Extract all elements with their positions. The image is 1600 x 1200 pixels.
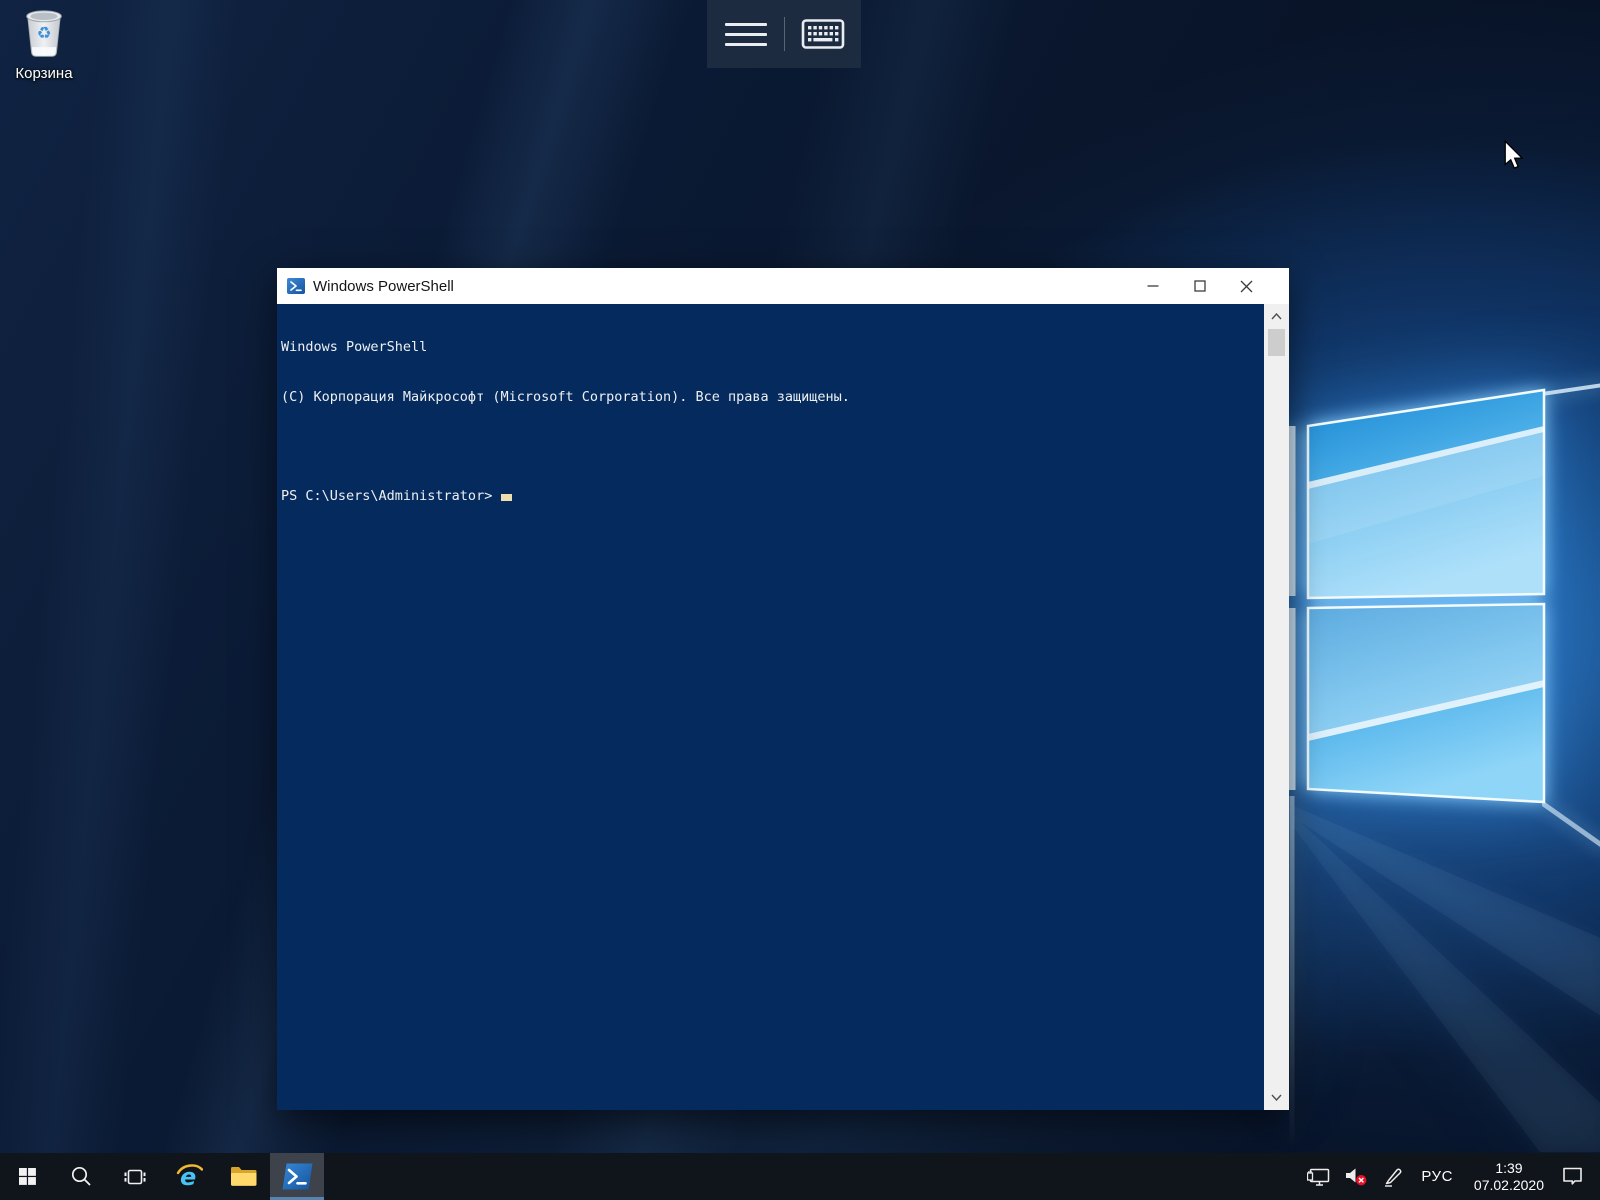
window-title: Windows PowerShell	[313, 278, 454, 295]
powershell-icon	[282, 1163, 313, 1190]
chevron-down-icon	[1271, 1094, 1282, 1101]
maximize-icon	[1194, 280, 1206, 292]
windows-start-icon	[19, 1168, 36, 1185]
language-indicator[interactable]: РУС	[1415, 1168, 1459, 1185]
logo-top-pane	[1308, 390, 1544, 598]
file-explorer-icon	[230, 1166, 257, 1187]
recycle-symbol: ♻	[37, 24, 52, 42]
taskbar: e	[0, 1153, 1600, 1200]
logo-corner-streak	[1542, 800, 1600, 854]
titlebar[interactable]: Windows PowerShell	[277, 268, 1289, 304]
logo-bottom-pane	[1308, 604, 1544, 802]
logo-left-sliver-top	[1289, 426, 1296, 596]
file-explorer-button[interactable]	[216, 1153, 270, 1200]
action-center-button[interactable]	[1559, 1163, 1586, 1190]
keyboard-icon	[801, 18, 845, 50]
console-line: (C) Корпорация Майкрософт (Microsoft Cor…	[281, 389, 1264, 406]
scroll-down-button[interactable]	[1264, 1085, 1289, 1110]
network-tray-button[interactable]	[1304, 1164, 1333, 1190]
search-icon	[71, 1166, 92, 1187]
chevron-up-icon	[1271, 313, 1282, 320]
minimize-icon	[1147, 280, 1159, 292]
text-cursor	[501, 494, 512, 501]
console-toolbar	[707, 0, 861, 68]
action-center-icon	[1562, 1167, 1583, 1186]
console-scrollbar[interactable]	[1264, 304, 1289, 1110]
clock[interactable]: 1:39 07.02.2020	[1468, 1160, 1550, 1194]
recycle-bin[interactable]: ♻ Корзина	[8, 6, 80, 82]
windows-logo-wallpaper	[1280, 382, 1600, 1152]
logo-left-sliver-bottom	[1289, 608, 1296, 790]
tray-time: 1:39	[1495, 1160, 1522, 1177]
toolbar-divider	[784, 17, 785, 51]
powershell-title-icon	[287, 278, 305, 294]
pen-tray-button[interactable]	[1380, 1163, 1406, 1191]
console-line: Windows PowerShell	[281, 339, 1264, 356]
scrollbar-thumb[interactable]	[1268, 329, 1285, 356]
system-tray: РУС 1:39 07.02.2020	[1304, 1153, 1600, 1200]
scroll-up-button[interactable]	[1264, 304, 1289, 329]
close-button[interactable]	[1223, 268, 1270, 304]
speaker-muted-icon	[1345, 1167, 1368, 1186]
console-line	[281, 438, 1264, 455]
maximize-button[interactable]	[1176, 268, 1223, 304]
keyboard-button[interactable]	[784, 0, 861, 68]
recycle-bin-label: Корзина	[8, 65, 80, 82]
taskbar-buttons: e	[0, 1153, 324, 1200]
search-button[interactable]	[54, 1153, 108, 1200]
hamburger-menu-icon	[725, 23, 767, 46]
recycle-bin-icon: ♻	[20, 6, 68, 58]
task-view-button[interactable]	[108, 1153, 162, 1200]
volume-tray-button[interactable]	[1342, 1163, 1371, 1190]
start-button[interactable]	[0, 1153, 54, 1200]
powershell-taskbar-button[interactable]	[270, 1153, 324, 1200]
minimize-button[interactable]	[1129, 268, 1176, 304]
network-icon	[1307, 1168, 1330, 1186]
powershell-window: Windows PowerShell Windows PowerShell (C…	[277, 268, 1289, 1110]
console-output[interactable]: Windows PowerShell (C) Корпорация Майкро…	[277, 304, 1264, 1110]
logo-corner-streak	[1542, 382, 1600, 396]
pen-icon	[1383, 1167, 1403, 1187]
task-view-icon	[124, 1168, 146, 1186]
close-icon	[1240, 280, 1253, 293]
prompt-text: PS C:\Users\Administrator>	[281, 488, 492, 504]
internet-explorer-button[interactable]: e	[162, 1153, 216, 1200]
tray-date: 07.02.2020	[1474, 1177, 1544, 1194]
console-prompt-line: PS C:\Users\Administrator>	[281, 488, 1264, 505]
window-controls	[1129, 268, 1270, 304]
internet-explorer-icon: e	[176, 1163, 203, 1190]
menu-button[interactable]	[707, 0, 784, 68]
logo-glow-line	[1290, 796, 1295, 1148]
